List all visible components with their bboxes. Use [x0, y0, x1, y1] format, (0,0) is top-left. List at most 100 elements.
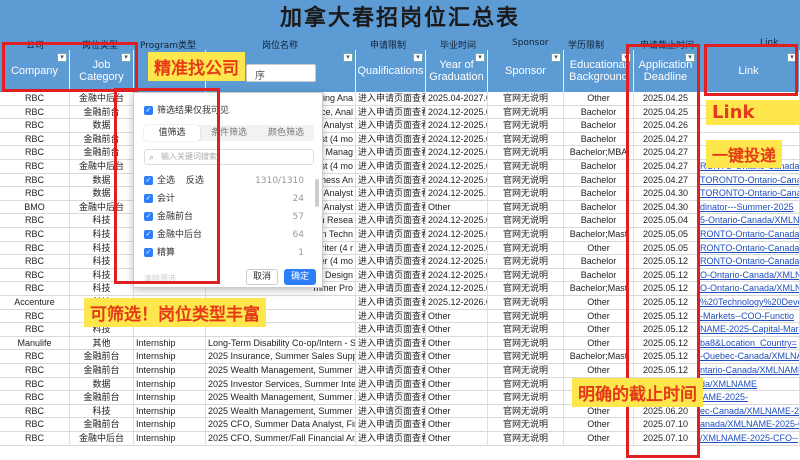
table-cell[interactable]: 5-Ontario-Canada/XMLN	[698, 214, 800, 227]
callout-filterable: 可筛选！岗位类型丰富	[84, 298, 266, 327]
header-graduation[interactable]: Year of Graduation ▾	[426, 50, 488, 92]
table-cell[interactable]: dinator---Summer-2025	[698, 200, 800, 214]
table-cell: RBC	[0, 214, 70, 227]
table-cell: 官网无说明	[488, 418, 564, 431]
table-cell: Other	[426, 350, 488, 363]
table-cell[interactable]: NAME-2025-Capital-Marke	[698, 323, 800, 336]
table-cell[interactable]: -Markets--COO-Functio	[698, 309, 800, 323]
table-cell: Other	[564, 418, 634, 431]
table-cell: Other	[564, 323, 634, 336]
table-cell: Bachelor	[564, 173, 634, 187]
table-cell: 进入申请页面查看	[358, 214, 426, 227]
sub-label: Sponsor	[512, 38, 549, 48]
table-cell: Internship	[134, 336, 206, 350]
cancel-button[interactable]: 取消	[246, 269, 278, 285]
table-cell: Internship	[134, 432, 206, 445]
table-cell: 2024.12-2025.08	[428, 268, 488, 282]
table-cell[interactable]: RONTO-Ontario-Canada/XMLN	[698, 255, 800, 268]
table-cell[interactable]: IAME-2025-	[698, 391, 800, 404]
table-cell: Bachelor	[564, 105, 634, 119]
table-cell: Other	[564, 309, 634, 323]
table-cell: 2024.12-2025.08	[428, 132, 488, 146]
table-cell: 金融前台	[70, 418, 134, 431]
table-cell: 官网无说明	[488, 228, 564, 241]
callout-find-company: 精准找公司	[148, 52, 245, 81]
table-cell: 官网无说明	[488, 364, 564, 377]
table-cell: 官网无说明	[488, 214, 564, 227]
table-cell: RBC	[0, 92, 70, 105]
table-cell: Internship	[134, 377, 206, 391]
table-cell: Other	[426, 432, 488, 445]
table-cell[interactable]: TORONTO-Ontario-Canada/	[698, 187, 800, 200]
highlight-link-column	[704, 44, 798, 96]
table-cell: Internship	[134, 364, 206, 377]
table-cell: 进入申请页面查看	[358, 391, 426, 404]
callout-one-click-apply: 一键投递	[706, 140, 783, 168]
table-cell: RBC	[0, 160, 70, 173]
filter-select-input[interactable]: 序	[246, 64, 316, 82]
table-cell: Bachelor	[564, 187, 634, 200]
table-cell[interactable]: ba8&Location_Country=	[698, 336, 800, 350]
table-cell: Other	[564, 336, 634, 350]
table-cell: 2025 Investor Services, Summer Inter	[208, 377, 356, 391]
table-cell: Other	[564, 364, 634, 377]
table-cell: 2024.12-2025.08	[428, 228, 488, 241]
table-cell: 金融前台	[70, 350, 134, 363]
table-cell: 进入申请页面查看	[358, 377, 426, 391]
table-cell: 金融中后台	[70, 432, 134, 445]
table-cell: 官网无说明	[488, 432, 564, 445]
table-cell: 进入申请页面查看	[358, 119, 426, 132]
table-cell: 官网无说明	[488, 282, 564, 295]
table-cell: Other	[426, 323, 488, 336]
table-cell: 进入申请页面查看	[358, 268, 426, 282]
filter-icon[interactable]: ▾	[475, 53, 485, 62]
table-cell: 2024.12-2025.08	[428, 214, 488, 227]
table-cell[interactable]: ntario-Canada/XMLNAME-2025-	[698, 364, 800, 377]
table-cell[interactable]: O-Ontario-Canada/XMLN	[698, 282, 800, 295]
table-cell: 2025 CFO, Summer Data Analyst, Fina	[208, 418, 356, 431]
table-cell: 金融前台	[70, 364, 134, 377]
table-cell: Bachelor;Mast	[564, 228, 634, 241]
table-cell: Internship	[134, 418, 206, 431]
table-cell: 官网无说明	[488, 92, 564, 105]
table-cell: RBC	[0, 418, 70, 431]
filter-icon[interactable]: ▾	[413, 53, 423, 62]
table-cell[interactable]: RONTO-Ontario-Canada/XMLN	[698, 228, 800, 241]
table-cell[interactable]: -Quebec-Canada/XMLNAME-2	[698, 350, 800, 363]
table-cell: 进入申请页面查看	[358, 296, 426, 309]
table-cell[interactable]: /XMLNAME-2025-CFO--	[698, 432, 800, 445]
table-cell[interactable]: anada/XMLNAME-2025-CFO-	[698, 418, 800, 431]
filter-icon[interactable]: ▾	[343, 53, 353, 62]
table-cell: 官网无说明	[488, 241, 564, 255]
table-cell[interactable]: %20Technology%20Deve	[698, 296, 800, 309]
table-cell: 官网无说明	[488, 377, 564, 391]
table-cell[interactable]: O-Ontario-Canada/XMLN	[698, 268, 800, 282]
table-cell: RBC	[0, 350, 70, 363]
table-cell: 进入申请页面查看	[358, 336, 426, 350]
callout-link: Link	[706, 100, 800, 125]
table-cell: 官网无说明	[488, 187, 564, 200]
table-cell: 官网无说明	[488, 132, 564, 146]
table-cell: 2024.12-2025.08	[428, 105, 488, 119]
header-qualifications[interactable]: Qualifications ▾	[356, 50, 426, 92]
header-education[interactable]: Educational Background ▾	[564, 50, 634, 92]
table-cell: 其他	[70, 336, 134, 350]
table-cell: 数据	[70, 377, 134, 391]
tab-color-filter[interactable]: 颜色筛选	[258, 125, 314, 141]
header-sponsor[interactable]: Sponsor ▾	[488, 50, 564, 92]
confirm-button[interactable]: 确定	[284, 269, 316, 285]
table-cell[interactable]: ec-Canada/XMLNAME-2025-	[698, 404, 800, 418]
table-cell: Other	[564, 432, 634, 445]
table-cell: 官网无说明	[488, 323, 564, 336]
table-cell[interactable]: RONTO-Ontario-Canada/XMLN	[698, 241, 800, 255]
table-cell: 进入申请页面查看	[358, 404, 426, 418]
table-cell: 金融前台	[70, 391, 134, 404]
table-cell: 2025 Insurance, Summer Sales Suppo	[208, 350, 356, 363]
table-cell: RBC	[0, 187, 70, 200]
table-cell: 进入申请页面查看	[358, 309, 426, 323]
filter-icon[interactable]: ▾	[551, 53, 561, 62]
scrollbar[interactable]	[315, 179, 319, 207]
table-cell[interactable]: TORONTO-Ontario-Canada/	[698, 173, 800, 187]
table-cell: 进入申请页面查看	[358, 241, 426, 255]
table-cell[interactable]: da/XMLNAME	[698, 377, 800, 391]
